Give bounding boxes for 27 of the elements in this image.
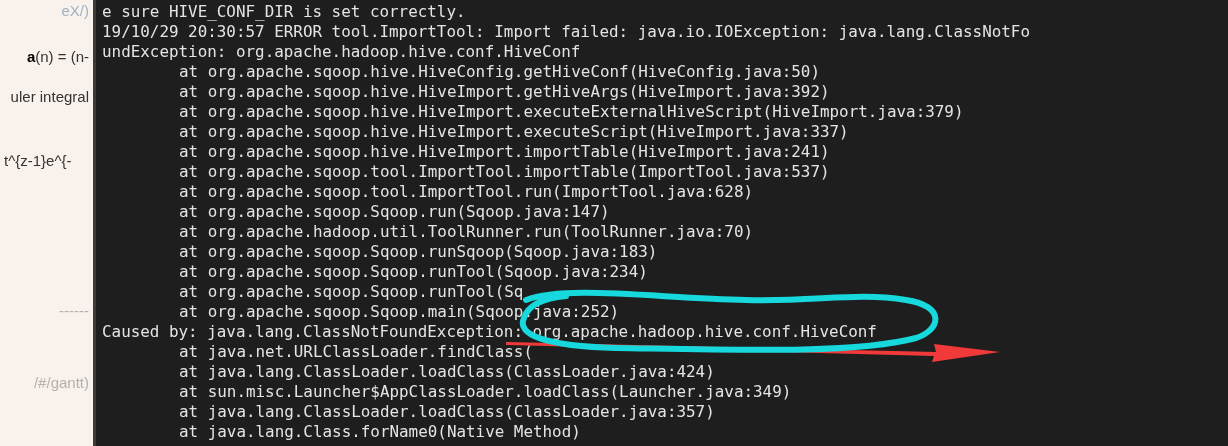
muted-text: /#/gantt) [33, 374, 89, 391]
article-text: uler integral [10, 88, 89, 105]
link-text[interactable]: eX/) [61, 2, 89, 19]
stack-frame-line: at org.apache.sqoop.Sqoop.runTool(Sq [179, 282, 524, 302]
article-text: t^{z-1}e^{- [4, 152, 73, 169]
article-text: a(n) = (n- [26, 48, 89, 65]
stack-frame-line: at org.apache.sqoop.hive.HiveImport.getHiveArgs(HiveImport.java:392) [179, 82, 830, 102]
log-line: undException: org.apache.hadoop.hive.conf.HiveConf [102, 42, 581, 62]
stack-frame-line: at org.apache.sqoop.Sqoop.run(Sqoop.java:147) [179, 202, 610, 222]
stack-frame-line: at org.apache.sqoop.Sqoop.runTool(Sqoop.java:234) [179, 262, 648, 282]
stack-frame-line: at org.apache.sqoop.tool.ImportTool.run(ImportTool.java:628) [179, 182, 754, 202]
stack-frame-line: at org.apache.sqoop.Sqoop.runSqoop(Sqoop.java:183) [179, 242, 658, 262]
stack-frame-line: at org.apache.sqoop.hive.HiveImport.importTable(HiveImport.java:241) [179, 142, 830, 162]
log-line: 19/10/29 20:30:57 ERROR tool.ImportTool: Import failed: java.io.IOException: java.lang.ClassNotFo [102, 22, 1030, 42]
stack-frame-line: at org.apache.sqoop.hive.HiveConfig.getHiveConf(HiveConfig.java:50) [179, 62, 820, 82]
stack-frame-line: at java.net.URLClassLoader.findClass( [179, 342, 533, 362]
stack-frame-line: at org.apache.sqoop.tool.ImportTool.importTable(ImportTool.java:537) [179, 162, 830, 182]
stack-frame-line: at sun.misc.Launcher$AppClassLoader.loadClass(Launcher.java:349) [179, 382, 792, 402]
muted-text: ------ [59, 302, 89, 319]
stack-frame-line: at org.apache.hadoop.util.ToolRunner.run(ToolRunner.java:70) [179, 222, 754, 242]
stack-frame-line: at java.lang.ClassLoader.loadClass(ClassLoader.java:424) [179, 362, 715, 382]
log-line: Caused by: java.lang.ClassNotFoundException: org.apache.hadoop.hive.conf.HiveConf [102, 322, 877, 342]
stack-frame-line: at java.lang.ClassLoader.loadClass(ClassLoader.java:357) [179, 402, 715, 422]
stack-frame-line: at java.lang.Class.forName0(Native Method) [179, 422, 581, 442]
stack-frame-line: at org.apache.sqoop.hive.HiveImport.executeScript(HiveImport.java:337) [179, 122, 849, 142]
log-line: e sure HIVE_CONF_DIR is set correctly. [102, 2, 466, 22]
stack-frame-line: at org.apache.sqoop.hive.HiveImport.executeExternalHiveScript(HiveImport.java:379) [179, 102, 964, 122]
